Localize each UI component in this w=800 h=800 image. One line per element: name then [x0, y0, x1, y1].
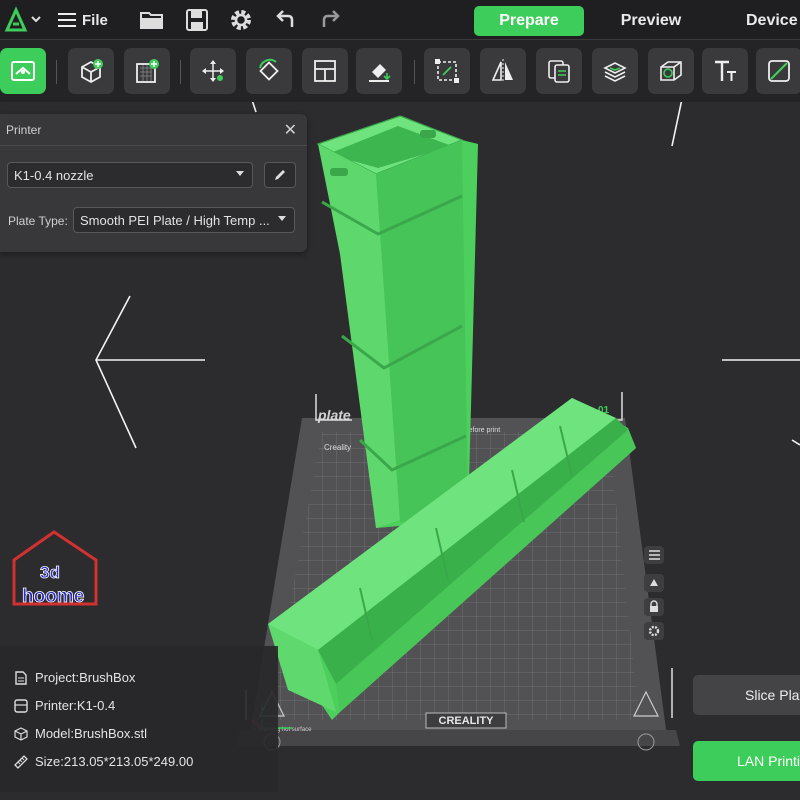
copy-tool-button[interactable] [536, 48, 582, 94]
watermark-line1: 3d [40, 563, 60, 582]
tab-device-label: Device [746, 12, 798, 29]
info-model-label: Model:BrushBox.stl [35, 726, 147, 741]
tab-prepare[interactable]: Prepare [474, 6, 584, 36]
printer-panel-title: Printer [6, 123, 42, 137]
info-printer-label: Printer:K1-0.4 [35, 698, 116, 713]
scale-icon [435, 59, 459, 83]
rotate-tool-button[interactable] [246, 48, 292, 94]
ruler-icon [14, 754, 28, 769]
tab-device[interactable]: Device [728, 6, 800, 36]
mirror-tool-button[interactable] [480, 48, 526, 94]
view-tool-button[interactable] [0, 48, 46, 94]
info-size-label: Size:213.05*213.05*249.00 [35, 754, 194, 769]
tab-preview[interactable]: Preview [598, 6, 704, 36]
info-size-row: Size:213.05*213.05*249.00 [14, 754, 193, 769]
printer-icon [14, 698, 28, 713]
lan-printing-label: LAN Printing [737, 753, 800, 769]
settings-gear-icon[interactable] [227, 6, 255, 34]
scale-tool-button[interactable] [424, 48, 470, 94]
tab-prepare-label: Prepare [499, 12, 559, 29]
plate-type-label: Plate Type: [8, 214, 68, 228]
cube-icon [14, 726, 28, 741]
save-icon[interactable] [183, 6, 211, 34]
file-menu-button[interactable]: File [58, 7, 108, 33]
printer-panel-header: Printer ✕ [0, 114, 307, 146]
lock-icon[interactable] [640, 594, 668, 620]
add-plate-button[interactable] [124, 48, 170, 94]
info-project-row: Project:BrushBox [14, 670, 135, 685]
split-tool-button[interactable] [756, 48, 800, 94]
info-printer-row: Printer:K1-0.4 [14, 698, 115, 713]
copy-icon [548, 60, 570, 83]
close-icon[interactable]: ✕ [284, 120, 297, 140]
move-icon [202, 60, 224, 82]
slicer-app: File Prepare Preview Device CREALITY Cre… [0, 0, 800, 800]
lay-flat-icon [369, 64, 391, 82]
printer-select-value: K1-0.4 nozzle [14, 167, 94, 183]
view-icon [11, 61, 35, 81]
add-object-icon [81, 59, 103, 84]
split-icon [768, 60, 790, 82]
auto-orient-icon[interactable] [640, 570, 668, 596]
cut-icon [603, 62, 627, 82]
add-plate-icon [136, 59, 159, 83]
watermark-logo: 3d hoome [12, 530, 98, 607]
move-tool-button[interactable] [190, 48, 236, 94]
text-icon [715, 60, 736, 81]
model-info-panel: Project:BrushBox Printer:K1-0.4 Model:Br… [0, 646, 278, 792]
object-toolbar [0, 40, 800, 102]
file-menu-label: File [82, 11, 108, 29]
mirror-icon [491, 59, 513, 83]
arrange-icon [314, 60, 336, 82]
info-model-row: Model:BrushBox.stl [14, 726, 147, 741]
slice-plate-label: Slice Plate [745, 687, 800, 703]
bed-brand-label: CREALITY [439, 715, 495, 727]
chevron-down-icon [278, 216, 286, 221]
arrange-tool-button[interactable] [302, 48, 348, 94]
printer-select[interactable]: K1-0.4 nozzle [7, 162, 253, 188]
rotate-icon [259, 58, 279, 81]
support-tool-button[interactable] [648, 48, 694, 94]
plate-settings-icon[interactable] [640, 618, 668, 644]
text-tool-button[interactable] [702, 48, 748, 94]
chevron-down-icon [236, 171, 244, 176]
menu-bar: File Prepare Preview Device [0, 0, 800, 40]
add-object-button[interactable] [68, 48, 114, 94]
redo-icon[interactable] [316, 6, 344, 34]
tab-preview-label: Preview [620, 12, 682, 29]
file-icon [15, 670, 27, 685]
app-logo-icon[interactable] [4, 6, 44, 34]
lan-printing-button[interactable]: LAN Printing [693, 741, 800, 781]
open-folder-icon[interactable] [138, 6, 166, 34]
hamburger-icon [58, 13, 76, 27]
cut-tool-button[interactable] [592, 48, 638, 94]
edit-printer-button[interactable] [264, 162, 296, 188]
plate-type-select[interactable]: Smooth PEI Plate / High Temp ... [73, 207, 295, 233]
plate-list-icon[interactable] [640, 542, 668, 568]
support-icon [660, 61, 682, 81]
info-project-label: Project:BrushBox [35, 670, 136, 685]
plate-type-value: Smooth PEI Plate / High Temp ... [80, 212, 270, 228]
watermark-line2: hoome [22, 586, 84, 607]
bed-brand-small-label: Creality [324, 443, 351, 452]
undo-icon[interactable] [272, 6, 300, 34]
lay-flat-tool-button[interactable] [356, 48, 402, 94]
slice-plate-button[interactable]: Slice Plate [693, 675, 800, 715]
pencil-icon [275, 170, 285, 180]
